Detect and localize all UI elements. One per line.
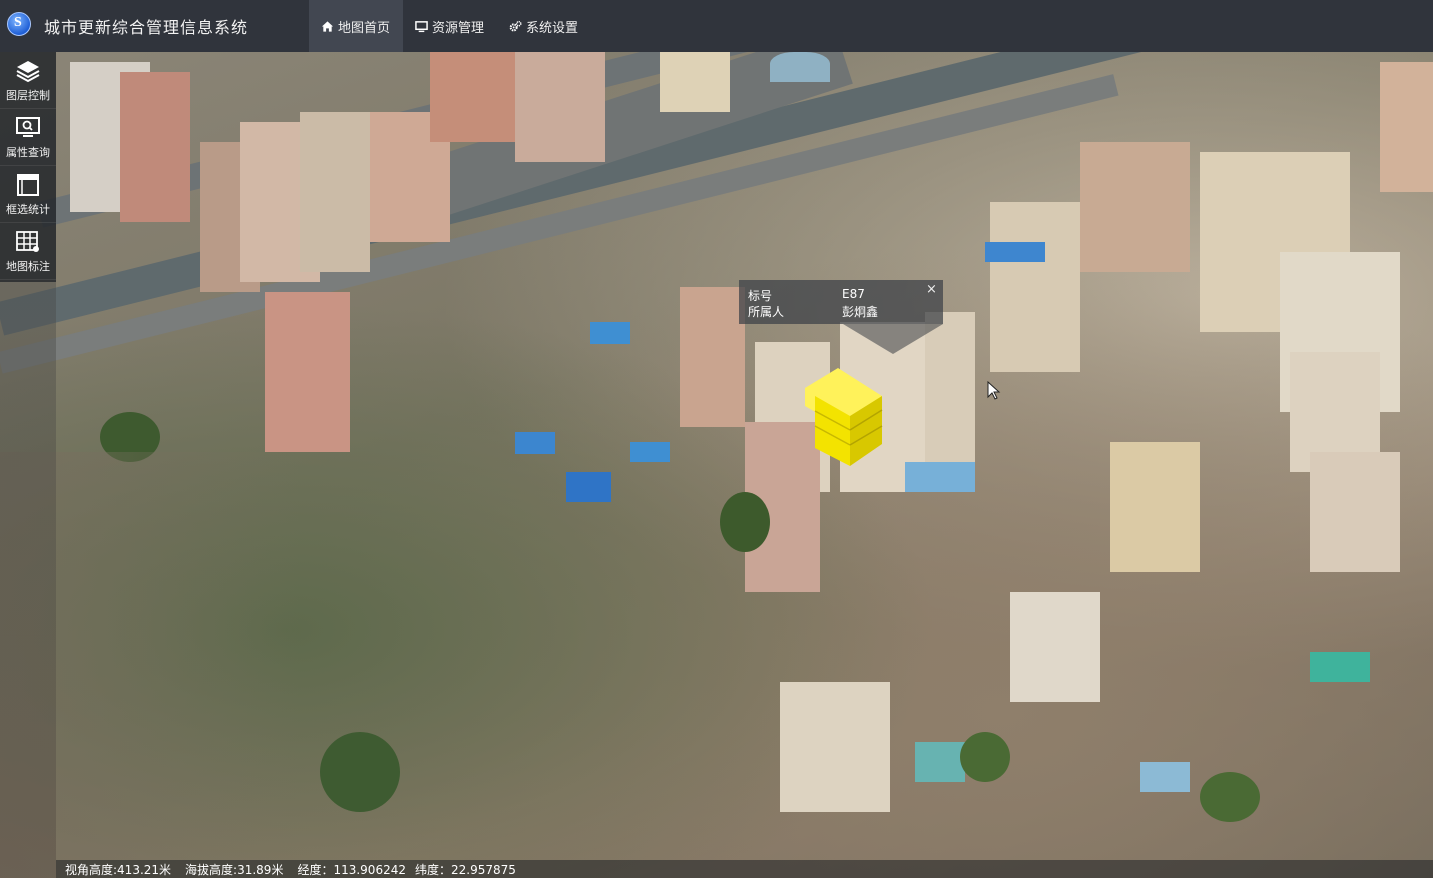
box-select-stats-label: 框选统计 bbox=[6, 203, 50, 216]
gears-icon bbox=[509, 20, 522, 31]
mouse-cursor-icon bbox=[987, 381, 1001, 400]
map-tools-sidebar: 图层控制 属性查询 框选统计 地图标注 bbox=[0, 52, 56, 282]
home-icon bbox=[321, 20, 334, 32]
popup-field1-value: E87 bbox=[842, 287, 865, 301]
highlighted-building[interactable] bbox=[800, 366, 890, 476]
tab-resource-management-label: 资源管理 bbox=[432, 20, 485, 36]
building-info-popup: 标号 所属人 E87 彭炯鑫 × bbox=[739, 280, 943, 324]
map-viewport[interactable] bbox=[0, 52, 1433, 878]
layer-control-button[interactable]: 图层控制 bbox=[0, 52, 56, 109]
app-title: 城市更新综合管理信息系统 bbox=[44, 18, 249, 37]
tab-map-home[interactable]: 地图首页 bbox=[309, 0, 404, 52]
tab-resource-management[interactable]: 资源管理 bbox=[403, 0, 497, 52]
popup-field2-value: 彭炯鑫 bbox=[842, 305, 879, 319]
main-nav: 地图首页 资源管理 系统设置 bbox=[309, 0, 591, 52]
app-logo-icon bbox=[7, 12, 31, 36]
layer-control-label: 图层控制 bbox=[6, 89, 50, 102]
popup-field2-label: 所属人 bbox=[748, 305, 785, 319]
tab-map-home-label: 地图首页 bbox=[338, 20, 391, 36]
longitude-readout: 经度：113.906242 bbox=[297, 862, 406, 877]
attribute-query-label: 属性查询 bbox=[6, 146, 50, 159]
map-annotation-button[interactable]: 地图标注 bbox=[0, 223, 56, 280]
top-bar: 城市更新综合管理信息系统 地图首页 资源管理 系统设置 bbox=[0, 0, 1433, 52]
box-select-stats-button[interactable]: 框选统计 bbox=[0, 166, 56, 223]
popup-pointer bbox=[843, 324, 943, 354]
altitude-readout: 海拔高度:31.89米 bbox=[185, 862, 284, 877]
popup-close-icon[interactable]: × bbox=[926, 282, 937, 297]
box-select-icon bbox=[17, 174, 39, 196]
attribute-query-button[interactable]: 属性查询 bbox=[0, 109, 56, 166]
grid-mark-icon bbox=[16, 231, 39, 252]
map-status-bar: 视角高度:413.21米 海拔高度:31.89米 经度：113.906242 纬… bbox=[56, 860, 1433, 878]
popup-field1-label: 标号 bbox=[748, 289, 773, 303]
left-edge-shade bbox=[0, 282, 56, 878]
tab-system-settings-label: 系统设置 bbox=[526, 20, 579, 36]
tab-system-settings[interactable]: 系统设置 bbox=[497, 0, 591, 52]
view-height-readout: 视角高度:413.21米 bbox=[65, 862, 172, 877]
map-annotation-label: 地图标注 bbox=[6, 260, 50, 273]
latitude-readout: 纬度：22.957875 bbox=[414, 862, 516, 877]
layers-icon bbox=[16, 61, 40, 83]
monitor-icon bbox=[415, 20, 428, 32]
screen-search-icon bbox=[16, 117, 40, 137]
